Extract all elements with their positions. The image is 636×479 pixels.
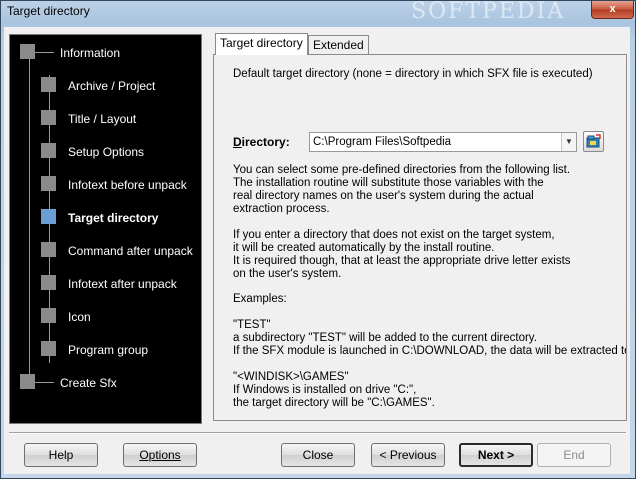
sidebar-item-archive-project[interactable]: Archive / Project [41, 77, 201, 97]
end-button[interactable]: End [537, 443, 611, 467]
directory-value: C:\Program Files\Softpedia [313, 136, 452, 148]
example-line: "<WINDISK>\GAMES" [233, 371, 349, 383]
step-square-icon [41, 209, 56, 224]
sidebar-item-infotext-before-unpack[interactable]: Infotext before unpack [41, 176, 201, 196]
example-line: If the SFX module is launched in C:\DOWN… [233, 345, 627, 357]
options-label: Options [139, 448, 181, 462]
sidebar-item-label: Create Sfx [60, 376, 117, 390]
sidebar-item-label: Infotext before unpack [68, 178, 187, 192]
step-square-icon [20, 374, 35, 389]
directory-label-rest: irectory: [241, 135, 290, 149]
sidebar-item-program-group[interactable]: Program group [41, 341, 201, 361]
title-bar[interactable]: Target directory SOFTPEDIA x [1, 0, 635, 24]
sidebar-item-title-layout[interactable]: Title / Layout [41, 110, 201, 130]
sidebar-item-command-after-unpack[interactable]: Command after unpack [41, 242, 201, 262]
help-text-line: You can select some pre-defined director… [233, 164, 571, 176]
browse-folder-button[interactable] [583, 131, 604, 152]
example-line: the target directory will be "C:\GAMES". [233, 397, 435, 409]
step-square-icon [41, 242, 56, 257]
sidebar-item-label: Command after unpack [68, 244, 193, 258]
window: Target directory SOFTPEDIA x Information… [0, 0, 636, 479]
sidebar-item-label: Target directory [68, 211, 159, 225]
help-text-line: extraction process. [233, 203, 330, 215]
example-line: a subdirectory "TEST" will be added to t… [233, 332, 537, 344]
directory-label: Directory: [233, 135, 290, 149]
sidebar-item-label: Title / Layout [68, 112, 137, 126]
sidebar-item-label: Program group [68, 343, 149, 357]
info-text-line: it will be created automatically by the … [233, 242, 495, 254]
folder-browse-icon [586, 134, 601, 148]
directory-combobox[interactable]: C:\Program Files\Softpedia ▼ [309, 132, 577, 152]
sidebar-item-target-directory[interactable]: Target directory [41, 209, 201, 229]
step-square-icon [41, 143, 56, 158]
info-text-line: If you enter a directory that does not e… [233, 229, 555, 241]
button-separator [9, 432, 626, 434]
example-line: If Windows is installed on drive "C:", [233, 384, 417, 396]
close-icon: x [609, 3, 616, 15]
sidebar-item-label: Infotext after unpack [68, 277, 177, 291]
sidebar-item-label: Information [60, 46, 121, 60]
tab-extended[interactable]: Extended [308, 35, 369, 54]
step-square-icon [41, 110, 56, 125]
sidebar-item-setup-options[interactable]: Setup Options [41, 143, 201, 163]
wizard-sidebar: Information Archive / Project Title / La… [9, 34, 202, 424]
next-button[interactable]: Next > [459, 443, 533, 467]
step-square-icon [20, 44, 35, 59]
close-button[interactable]: Close [281, 443, 355, 467]
help-text-line: The installation routine will substitute… [233, 177, 544, 189]
watermark: SOFTPEDIA [411, 0, 566, 24]
sidebar-item-label: Archive / Project [68, 79, 156, 93]
help-text-line: real directory names on the user's syste… [233, 190, 534, 202]
step-square-icon [41, 341, 56, 356]
tree-line [29, 52, 30, 385]
tab-label: Extended [313, 38, 364, 52]
sidebar-item-label: Icon [68, 310, 91, 324]
window-title: Target directory [7, 4, 90, 18]
step-square-icon [41, 77, 56, 92]
tab-target-directory[interactable]: Target directory [215, 33, 308, 55]
tab-panel: Default target directory (none = directo… [213, 54, 627, 421]
step-square-icon [41, 176, 56, 191]
sidebar-item-infotext-after-unpack[interactable]: Infotext after unpack [41, 275, 201, 295]
sidebar-item-information[interactable]: Information [20, 44, 180, 64]
help-button[interactable]: Help [24, 443, 98, 467]
dialog-client: Information Archive / Project Title / La… [4, 27, 630, 474]
info-text-line: on the user's system. [233, 268, 342, 280]
previous-button[interactable]: < Previous [371, 443, 445, 467]
directory-label-mnemonic: D [233, 135, 242, 149]
step-square-icon [41, 308, 56, 323]
sidebar-item-label: Setup Options [68, 145, 145, 159]
example-line: "TEST" [233, 319, 271, 331]
tab-label: Target directory [220, 36, 303, 50]
chevron-down-icon[interactable]: ▼ [561, 133, 576, 151]
examples-heading: Examples: [233, 293, 287, 305]
options-button[interactable]: Options [123, 443, 197, 467]
sidebar-item-create-sfx[interactable]: Create Sfx [20, 374, 180, 394]
sidebar-item-icon[interactable]: Icon [41, 308, 201, 328]
step-square-icon [41, 275, 56, 290]
default-target-label: Default target directory (none = directo… [233, 68, 593, 80]
close-window-button[interactable]: x [591, 1, 634, 19]
info-text-line: It is required though, that at least the… [233, 255, 571, 267]
